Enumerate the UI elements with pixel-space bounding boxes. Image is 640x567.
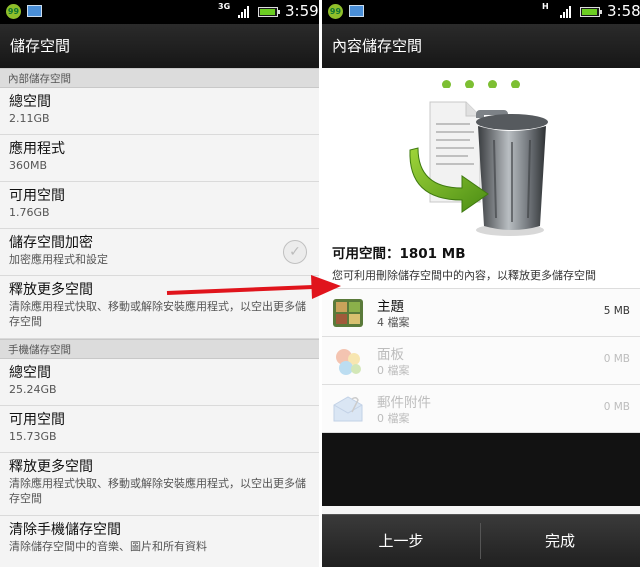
list-item-skins: 面板 0 檔案 0 MB (322, 337, 640, 385)
section-header-internal: 內部儲存空間 (0, 68, 319, 88)
item-subtitle: 1.76GB (9, 206, 50, 219)
row-count: 4 檔案 (377, 316, 410, 329)
item-title: 可用空間 (9, 412, 65, 428)
item-title: 釋放更多空間 (9, 459, 93, 475)
battery-icon (258, 7, 280, 17)
row-title: 面板 (377, 347, 404, 363)
done-button[interactable]: 完成 (481, 515, 639, 567)
item-title: 應用程式 (9, 141, 65, 157)
row-size: 0 MB (603, 353, 630, 365)
list-item-total-space[interactable]: 總空間 2.11GB (0, 88, 319, 135)
item-title: 總空間 (9, 365, 51, 381)
clock: 3:58 (607, 2, 640, 20)
notification-badge-icon: 99 (6, 4, 21, 19)
status-bar: 99 3G 3:59 (0, 0, 319, 24)
item-subtitle: 2.11GB (9, 112, 50, 125)
list-item-phone-free-up-space[interactable]: 釋放更多空間 清除應用程式快取、移動或解除安裝應用程式，以空出更多儲存空間 (0, 453, 319, 516)
skin-icon (336, 349, 361, 375)
row-count: 0 檔案 (377, 364, 410, 377)
list-item-mail-attachments: 郵件附件 0 檔案 0 MB (322, 385, 640, 433)
list-item-phone-total-space[interactable]: 總空間 25.24GB (0, 359, 319, 406)
list-item-apps[interactable]: 應用程式 360MB (0, 135, 319, 182)
signal-icon (238, 6, 252, 18)
signal-icon (560, 6, 574, 18)
list-item-available-space[interactable]: 可用空間 1.76GB (0, 182, 319, 229)
clock: 3:59 (285, 2, 319, 20)
network-type: H (542, 2, 549, 11)
image-notification-icon (349, 5, 364, 17)
image-notification-icon (27, 5, 42, 17)
encryption-checkbox[interactable]: ✓ (283, 240, 307, 264)
list-item-clear-phone-storage[interactable]: 清除手機儲存空間 清除儲存空間中的音樂、圖片和所有資料 (0, 516, 319, 563)
item-subtitle: 清除應用程式快取、移動或解除安裝應用程式，以空出更多儲存空間 (9, 477, 306, 505)
list-item-phone-available-space[interactable]: 可用空間 15.73GB (0, 406, 319, 453)
bottom-action-bar: 上一步 完成 (322, 514, 640, 567)
available-space-label: 可用空間：1801 MB (322, 240, 640, 268)
row-count: 0 檔案 (377, 412, 410, 425)
row-size: 0 MB (603, 401, 630, 413)
mail-attachment-icon (333, 396, 363, 422)
item-title: 總空間 (9, 94, 51, 110)
network-type: 3G (218, 2, 231, 11)
battery-icon (580, 7, 602, 17)
empty-area (322, 433, 640, 506)
trash-can-icon (409, 101, 548, 236)
item-title: 清除手機儲存空間 (9, 522, 121, 538)
row-title: 主題 (377, 299, 404, 315)
row-size: 5 MB (603, 305, 630, 317)
description-text: 您可利用刪除儲存空間中的內容，以釋放更多儲存空間 (322, 268, 640, 289)
page-title: 儲存空間 (0, 24, 319, 68)
item-subtitle: 25.24GB (9, 383, 57, 396)
page-indicator (322, 68, 640, 89)
trash-illustration (322, 88, 640, 240)
list-item-themes[interactable]: 主題 4 檔案 5 MB (322, 289, 640, 337)
item-title: 儲存空間加密 (9, 235, 93, 251)
page-title: 內容儲存空間 (322, 24, 640, 68)
status-bar: 99 H 3:58 (322, 0, 640, 24)
content-storage-screen: 99 H 3:58 內容儲存空間 可用空間：1801 MB 您可利用刪除儲存空間… (322, 0, 640, 567)
item-subtitle: 清除儲存空間中的音樂、圖片和所有資料 (9, 540, 207, 553)
back-button[interactable]: 上一步 (322, 515, 480, 567)
item-title: 可用空間 (9, 188, 65, 204)
item-subtitle: 15.73GB (9, 430, 57, 443)
row-title: 郵件附件 (377, 395, 431, 411)
notification-badge-icon: 99 (328, 4, 343, 19)
item-subtitle: 360MB (9, 159, 48, 172)
red-arrow-icon (166, 275, 341, 299)
section-header-phone: 手機儲存空間 (0, 339, 319, 359)
